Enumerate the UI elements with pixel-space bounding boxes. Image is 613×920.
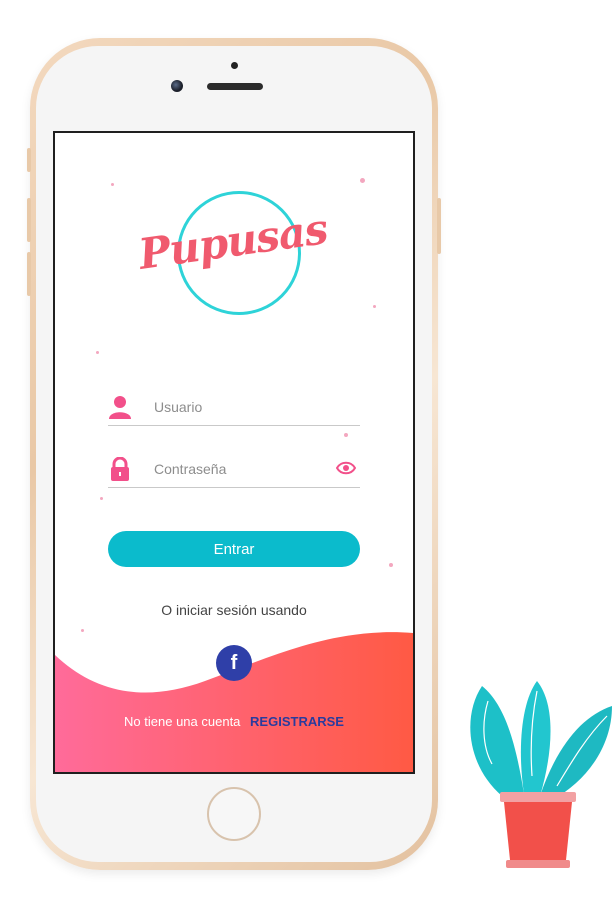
front-camera-icon bbox=[171, 80, 183, 92]
facebook-login-button[interactable]: f bbox=[216, 645, 252, 681]
password-input[interactable] bbox=[152, 457, 326, 481]
lock-icon bbox=[111, 457, 129, 481]
register-link[interactable]: REGISTRARSE bbox=[250, 714, 344, 729]
volume-up-button bbox=[27, 198, 31, 242]
decor-dot bbox=[373, 305, 376, 308]
password-field[interactable] bbox=[108, 453, 360, 488]
decor-dot bbox=[389, 563, 393, 567]
login-button[interactable]: Entrar bbox=[108, 531, 360, 567]
mute-switch bbox=[27, 148, 31, 172]
home-button[interactable] bbox=[207, 787, 261, 841]
decor-dot bbox=[100, 497, 103, 500]
proximity-sensor bbox=[231, 62, 238, 69]
user-icon bbox=[109, 396, 131, 419]
username-field[interactable] bbox=[108, 391, 360, 426]
decor-dot bbox=[344, 433, 348, 437]
decor-dot bbox=[111, 183, 114, 186]
power-button bbox=[437, 198, 441, 254]
alt-login-text: O iniciar sesión usando bbox=[161, 602, 307, 618]
no-account-text: No tiene una cuenta bbox=[124, 714, 241, 729]
register-row: No tiene una cuenta REGISTRARSE bbox=[55, 714, 413, 729]
plant-illustration bbox=[470, 681, 612, 868]
app-screen: Pupusas Entrar O iniciar sesión usando bbox=[53, 131, 415, 774]
decor-dot bbox=[96, 351, 99, 354]
username-input[interactable] bbox=[152, 395, 326, 419]
decor-dot bbox=[360, 178, 365, 183]
eye-icon[interactable] bbox=[336, 461, 356, 475]
earpiece-speaker bbox=[207, 83, 263, 90]
volume-down-button bbox=[27, 252, 31, 296]
